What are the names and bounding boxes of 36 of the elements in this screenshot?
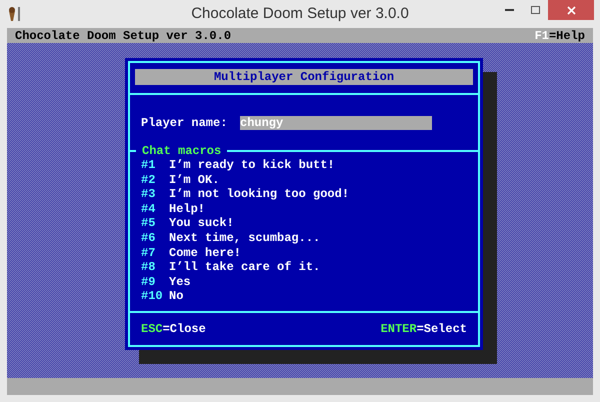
macro-text[interactable]: I’m OK. [169, 172, 220, 188]
minimize-icon [504, 9, 514, 11]
dialog-title: Multiplayer Configuration [135, 69, 473, 85]
macro-text[interactable]: Next time, scumbag... [169, 230, 320, 246]
header-title: Chocolate Doom Setup ver 3.0.0 [15, 28, 232, 44]
macro-number: #9 [141, 274, 156, 290]
macro-text[interactable]: Help! [169, 202, 206, 216]
macro-number: #8 [141, 260, 156, 275]
action-label: =Select [416, 321, 467, 338]
help-label: =Help [548, 28, 585, 44]
help-key: F1 [534, 26, 549, 44]
macro-number: #4 [141, 202, 156, 216]
macro-text[interactable]: Yes [169, 274, 191, 290]
action-key: ENTER [380, 320, 417, 338]
macro-text[interactable]: No [169, 289, 184, 304]
window-title: Chocolate Doom Setup ver 3.0.0 [191, 4, 409, 24]
macro-number: #1 [141, 158, 156, 173]
close-button[interactable] [548, 0, 594, 20]
macro-text[interactable]: I’ll take care of it. [169, 260, 320, 275]
macro-number: #10 [141, 289, 164, 304]
macro-text[interactable]: You suck! [169, 216, 234, 231]
macro-text[interactable]: I’m ready to kick butt! [169, 158, 335, 173]
macro-text[interactable]: I’m not looking too good! [169, 187, 350, 202]
macro-number: #6 [141, 230, 156, 246]
action-label: =Close [162, 321, 206, 338]
app-icon [8, 6, 22, 22]
macro-text[interactable]: Come here! [169, 246, 242, 260]
macro-number: #5 [141, 216, 156, 231]
player-name-label: Player name: [141, 115, 228, 132]
section-title: Chat macros [141, 143, 222, 159]
macro-number: #2 [141, 172, 156, 188]
maximize-icon [530, 6, 540, 14]
close-icon [566, 6, 576, 14]
macro-number: #7 [141, 246, 156, 260]
action-key: ESC [141, 320, 163, 338]
macro-number: #3 [141, 187, 156, 202]
